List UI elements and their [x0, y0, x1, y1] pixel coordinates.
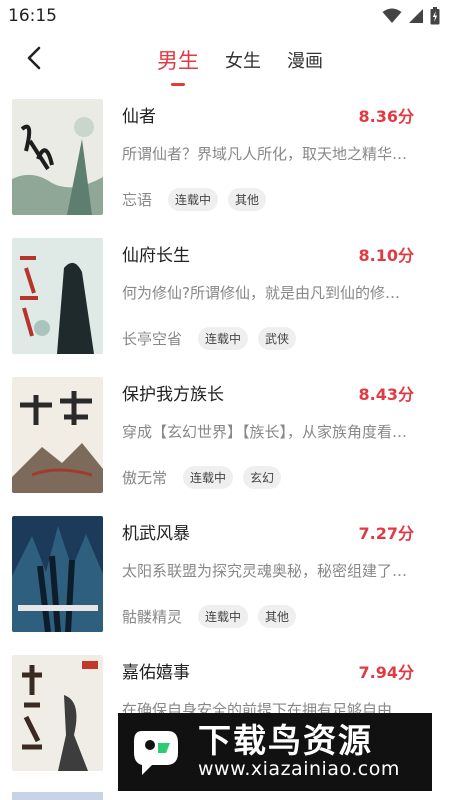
list-item[interactable]: 仙者 8.36分 所谓仙者？界域凡人所化，取天地之精华，修得 忘语 连载中 其他	[0, 96, 450, 235]
book-cover	[12, 99, 103, 215]
bird-logo-icon	[128, 723, 186, 781]
book-meta: 长亭空省 连载中 武侠	[122, 327, 297, 350]
book-cover	[12, 655, 103, 771]
book-author: 骷髅精灵	[122, 608, 183, 626]
book-score: 7.94分	[358, 663, 414, 682]
genre-tag: 玄幻	[243, 466, 282, 489]
book-cover	[12, 377, 103, 493]
watermark-text: 下载鸟资源 www.xiazainiao.com	[198, 720, 400, 781]
book-cover	[12, 238, 103, 354]
wifi-icon	[382, 8, 402, 24]
status-tag: 连载中	[198, 327, 249, 350]
category-tabs: 男生 女生 漫画	[0, 32, 450, 88]
book-author: 忘语	[122, 191, 153, 209]
next-book-cover	[12, 792, 103, 800]
tab-female[interactable]: 女生	[212, 47, 274, 73]
header: 男生 女生 漫画	[0, 32, 450, 88]
book-description: 何为修仙?所谓修仙，就是由凡到仙的修行之路	[122, 284, 412, 302]
book-title: 保护我方族长	[122, 385, 224, 405]
book-author: 傲无常	[122, 469, 168, 487]
genre-tag: 其他	[258, 605, 297, 628]
genre-tag: 武侠	[258, 327, 297, 350]
tab-comics[interactable]: 漫画	[274, 47, 336, 73]
book-title: 仙府长生	[122, 246, 190, 266]
watermark: 下载鸟资源 www.xiazainiao.com	[118, 713, 432, 791]
book-score: 8.10分	[358, 246, 414, 265]
book-meta: 骷髅精灵 连载中 其他	[122, 605, 297, 628]
book-meta: 傲无常 连载中 玄幻	[122, 466, 282, 489]
status-tag: 连载中	[183, 466, 234, 489]
tab-male[interactable]: 男生	[144, 45, 212, 86]
book-author: 长亭空省	[122, 330, 183, 348]
book-description: 太阳系联盟为探究灵魂奥秘，秘密组建了一支	[122, 562, 412, 580]
book-score: 8.43分	[358, 385, 414, 404]
book-description: 所谓仙者？界域凡人所化，取天地之精华，修得	[122, 145, 412, 163]
book-score: 8.36分	[358, 107, 414, 126]
book-list: 仙者 8.36分 所谓仙者？界域凡人所化，取天地之精华，修得 忘语 连载中 其他…	[0, 96, 450, 791]
status-tag: 连载中	[168, 188, 219, 211]
book-meta: 忘语 连载中 其他	[122, 188, 267, 211]
battery-icon	[430, 7, 440, 25]
status-tag: 连载中	[198, 605, 249, 628]
watermark-url: www.xiazainiao.com	[198, 758, 400, 781]
book-title: 机武风暴	[122, 524, 190, 544]
status-icons	[382, 7, 440, 25]
book-cover	[12, 516, 103, 632]
list-item[interactable]: 机武风暴 7.27分 太阳系联盟为探究灵魂奥秘，秘密组建了一支 骷髅精灵 连载中…	[0, 513, 450, 652]
book-score: 7.27分	[358, 524, 414, 543]
list-item[interactable]: 仙府长生 8.10分 何为修仙?所谓修仙，就是由凡到仙的修行之路 长亭空省 连载…	[0, 235, 450, 374]
watermark-name: 下载鸟资源	[198, 720, 373, 760]
book-title: 嘉佑嬉事	[122, 663, 190, 683]
list-item[interactable]: 保护我方族长 8.43分 穿成【玄幻世界】【族长】，从家族角度看世界 傲无常 连…	[0, 374, 450, 513]
status-time: 16:15	[8, 6, 57, 26]
book-title: 仙者	[122, 107, 156, 127]
genre-tag: 其他	[228, 188, 267, 211]
signal-icon	[408, 8, 424, 24]
book-description: 穿成【玄幻世界】【族长】，从家族角度看世界	[122, 423, 412, 441]
status-bar: 16:15	[0, 0, 450, 32]
